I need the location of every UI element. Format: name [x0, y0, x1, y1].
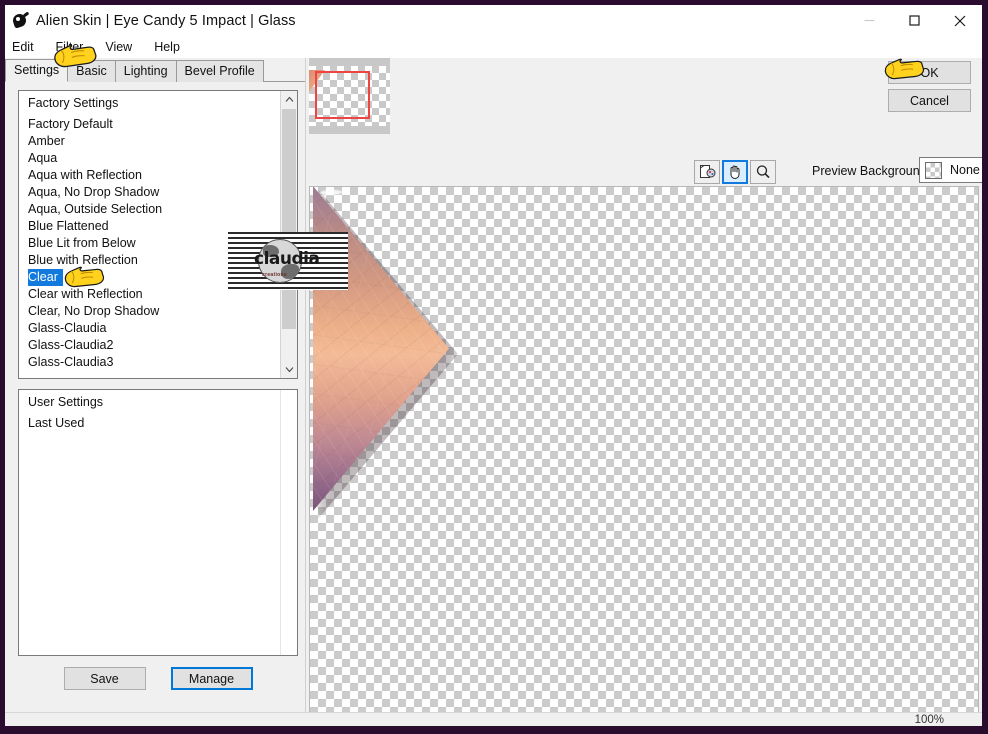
menu-item-view[interactable]: View — [105, 40, 143, 54]
list-item-header[interactable]: User Settings — [19, 394, 280, 411]
settings-action-buttons: Save Manage — [18, 667, 298, 690]
manage-button[interactable]: Manage — [170, 667, 253, 690]
list-item[interactable]: Glass-Claudia — [19, 320, 280, 337]
watermark-subtext: creations — [262, 272, 287, 278]
tab-settings[interactable]: Settings — [5, 59, 69, 82]
title-bar: Alien Skin | Eye Candy 5 Impact | Glass — [5, 5, 982, 36]
settings-panel: Factory Settings Factory Default Amber A… — [5, 82, 305, 712]
preview-background-select[interactable]: None — [919, 157, 982, 183]
list-item[interactable]: Aqua with Reflection — [19, 167, 280, 184]
cancel-button[interactable]: Cancel — [888, 89, 971, 112]
scroll-down-arrow-icon[interactable] — [281, 361, 297, 378]
preview-mask-tool-icon[interactable] — [694, 160, 720, 184]
user-list-scrollbar[interactable] — [280, 390, 297, 655]
list-item[interactable]: Clear, No Drop Shadow — [19, 303, 280, 320]
preview-panel: Preview Background: None claudia creatio… — [228, 58, 982, 726]
list-item[interactable]: Aqua, Outside Selection — [19, 201, 280, 218]
status-bar: 100% — [5, 712, 982, 726]
shape-specular-highlight — [319, 189, 343, 196]
navigator-thumbnail[interactable] — [309, 58, 390, 134]
alien-skin-logo-icon — [11, 11, 30, 29]
list-item[interactable]: Aqua, No Drop Shadow — [19, 184, 280, 201]
zoom-level-indicator: 100% — [914, 713, 944, 726]
list-item[interactable]: Last Used — [19, 415, 280, 432]
preview-background-value: None — [950, 163, 980, 177]
preview-background-swatch — [925, 161, 942, 179]
list-item[interactable]: Aqua — [19, 150, 280, 167]
pan-hand-tool-icon[interactable] — [722, 160, 748, 184]
menu-item-help[interactable]: Help — [154, 40, 191, 54]
user-settings-listbox[interactable]: User Settings Last Used — [18, 389, 298, 656]
list-item[interactable]: Factory Default — [19, 116, 280, 133]
ok-button[interactable]: OK — [888, 61, 971, 84]
zoom-magnifier-tool-icon[interactable] — [750, 160, 776, 184]
application-window: Alien Skin | Eye Candy 5 Impact | Glass … — [5, 5, 982, 726]
tab-bevel-profile[interactable]: Bevel Profile — [175, 60, 264, 82]
list-item[interactable]: Amber — [19, 133, 280, 150]
tab-basic[interactable]: Basic — [67, 60, 116, 82]
tab-bar: Settings Basic Lighting Bevel Profile — [5, 58, 305, 82]
menu-bar: Edit Filter View Help — [5, 36, 982, 58]
window-title: Alien Skin | Eye Candy 5 Impact | Glass — [36, 12, 296, 29]
maximize-icon[interactable] — [892, 5, 937, 36]
tab-lighting[interactable]: Lighting — [114, 60, 177, 82]
claudia-watermark: claudia creations — [228, 232, 348, 290]
scroll-up-arrow-icon[interactable] — [281, 91, 297, 108]
window-controls — [847, 5, 982, 36]
dialog-action-buttons: OK Cancel — [888, 61, 971, 112]
preview-toolbar — [694, 160, 776, 184]
preview-background-label: Preview Background: — [812, 164, 931, 178]
navigator-viewport-rect[interactable] — [315, 71, 370, 119]
user-settings-items: User Settings Last Used — [19, 390, 280, 655]
preview-canvas[interactable] — [309, 186, 979, 726]
save-button[interactable]: Save — [63, 667, 146, 690]
minimize-icon[interactable] — [847, 5, 892, 36]
menu-item-edit[interactable]: Edit — [12, 40, 45, 54]
window-outer-frame: Alien Skin | Eye Candy 5 Impact | Glass … — [0, 0, 988, 734]
list-item[interactable]: Glass-Claudia2 — [19, 337, 280, 354]
list-item[interactable]: Glass-Claudia3 — [19, 354, 280, 371]
close-icon[interactable] — [937, 5, 982, 36]
list-item[interactable]: Clear — [28, 269, 63, 286]
scrollbar-thumb[interactable] — [282, 109, 296, 329]
list-item-header[interactable]: Factory Settings — [19, 95, 280, 112]
watermark-text: claudia — [254, 249, 320, 269]
menu-item-filter[interactable]: Filter — [56, 40, 95, 54]
